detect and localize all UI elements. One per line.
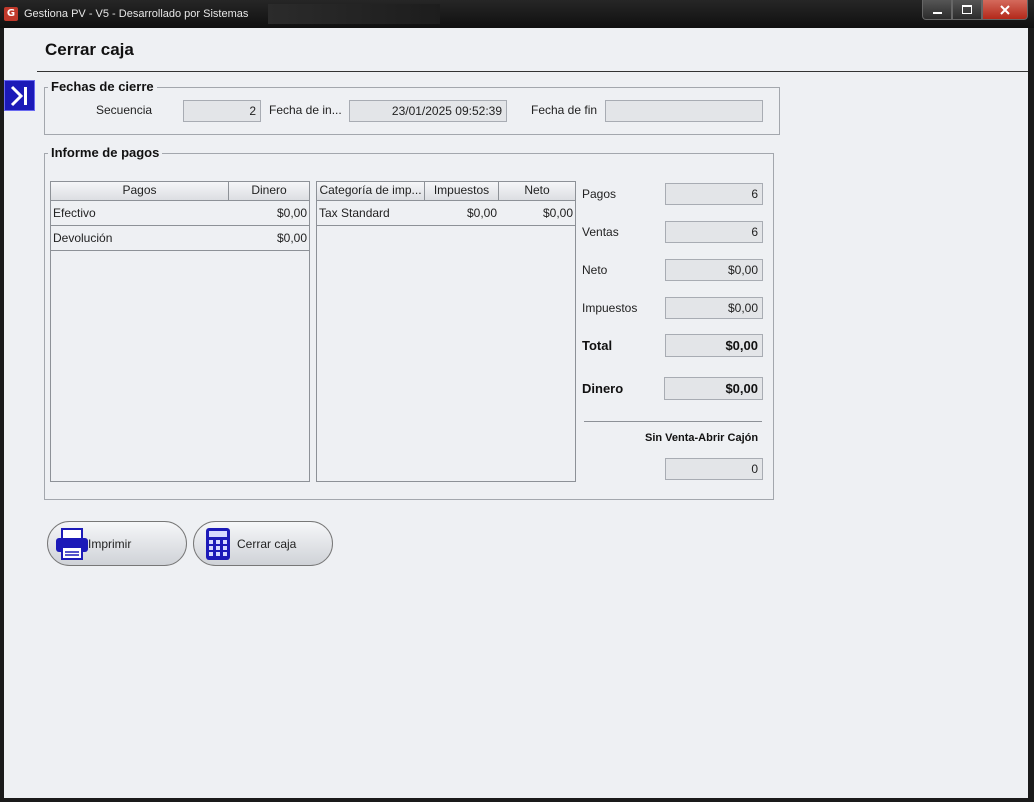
impuestos-label: Impuestos <box>582 301 638 315</box>
page-title: Cerrar caja <box>45 40 134 59</box>
categoria-cell: Tax Standard <box>319 206 390 220</box>
column-header-dinero[interactable]: Dinero <box>229 182 309 200</box>
column-header-categoria[interactable]: Categoría de imp... <box>317 182 425 200</box>
pago-cell: Efectivo <box>53 206 96 220</box>
total-field[interactable]: $0,00 <box>665 334 763 357</box>
fecha-inicio-field[interactable]: 23/01/2025 09:52:39 <box>349 100 507 122</box>
table-row[interactable]: Devolución $0,00 <box>51 226 309 251</box>
fecha-fin-label: Fecha de fin <box>531 103 598 117</box>
impuestos-field[interactable]: $0,00 <box>665 297 763 319</box>
fechas-cierre-legend: Fechas de cierre <box>48 79 157 94</box>
toggle-sidebar-button[interactable] <box>4 80 35 111</box>
title-redacted-area <box>268 4 440 24</box>
close-icon <box>1000 4 1010 15</box>
app-window: G Gestiona PV - V5 - Desarrollado por Si… <box>0 0 1034 802</box>
minimize-button[interactable] <box>922 0 952 20</box>
fecha-fin-field[interactable] <box>605 100 763 122</box>
pagos-table-header: Pagos Dinero <box>51 182 309 201</box>
total-label: Total <box>582 338 613 353</box>
cerrar-caja-label: Cerrar caja <box>237 536 297 551</box>
informe-pagos-legend: Informe de pagos <box>48 145 163 160</box>
sin-venta-field[interactable]: 0 <box>665 458 763 480</box>
maximize-button[interactable] <box>952 0 982 20</box>
imprimir-button[interactable]: Imprimir <box>47 521 187 566</box>
column-header-pagos[interactable]: Pagos <box>51 182 229 200</box>
ventas-field[interactable]: 6 <box>665 221 763 243</box>
dinero-field[interactable]: $0,00 <box>664 377 763 400</box>
impuestos-table-header: Categoría de imp... Impuestos Neto <box>317 182 575 201</box>
summary-divider <box>584 421 762 422</box>
imprimir-label: Imprimir <box>88 536 132 551</box>
calculator-icon <box>206 527 230 560</box>
neto-label: Neto <box>582 263 608 277</box>
column-header-impuestos[interactable]: Impuestos <box>425 182 499 200</box>
fecha-inicio-label: Fecha de in... <box>269 103 342 117</box>
close-button[interactable] <box>982 0 1028 20</box>
maximize-icon <box>962 5 972 14</box>
sin-venta-label: Sin Venta-Abrir Cajón <box>645 432 759 444</box>
title-divider <box>37 71 1028 72</box>
dinero-cell: $0,00 <box>276 231 307 245</box>
dinero-label: Dinero <box>582 381 624 396</box>
pagos-summary-label: Pagos <box>582 187 617 201</box>
table-row[interactable]: Efectivo $0,00 <box>51 201 309 226</box>
dinero-cell: $0,00 <box>276 206 307 220</box>
secuencia-label: Secuencia <box>96 103 153 117</box>
window-title: Gestiona PV - V5 - Desarrollado por Sist… <box>24 8 249 20</box>
main-panel: Cerrar caja Fechas de cierre Secuencia 2… <box>4 28 1028 798</box>
secuencia-field[interactable]: 2 <box>183 100 261 122</box>
printer-icon <box>56 527 88 560</box>
table-row[interactable]: Tax Standard $0,00 $0,00 <box>317 201 575 226</box>
pago-cell: Devolución <box>53 231 113 245</box>
minimize-icon <box>932 11 942 14</box>
collapse-panel-icon <box>10 85 27 106</box>
neto-field[interactable]: $0,00 <box>665 259 763 281</box>
ventas-label: Ventas <box>582 225 619 239</box>
impuestos-cell: $0,00 <box>466 206 497 220</box>
cerrar-caja-button[interactable]: Cerrar caja <box>193 521 333 566</box>
pagos-table[interactable]: Pagos Dinero Efectivo $0,00 Devolución $… <box>50 181 310 482</box>
neto-cell: $0,00 <box>542 206 573 220</box>
app-logo-icon: G <box>4 7 18 21</box>
column-header-neto[interactable]: Neto <box>499 182 575 200</box>
title-bar[interactable]: G Gestiona PV - V5 - Desarrollado por Si… <box>0 0 1034 28</box>
pagos-summary-field[interactable]: 6 <box>665 183 763 205</box>
impuestos-table[interactable]: Categoría de imp... Impuestos Neto Tax S… <box>316 181 576 482</box>
